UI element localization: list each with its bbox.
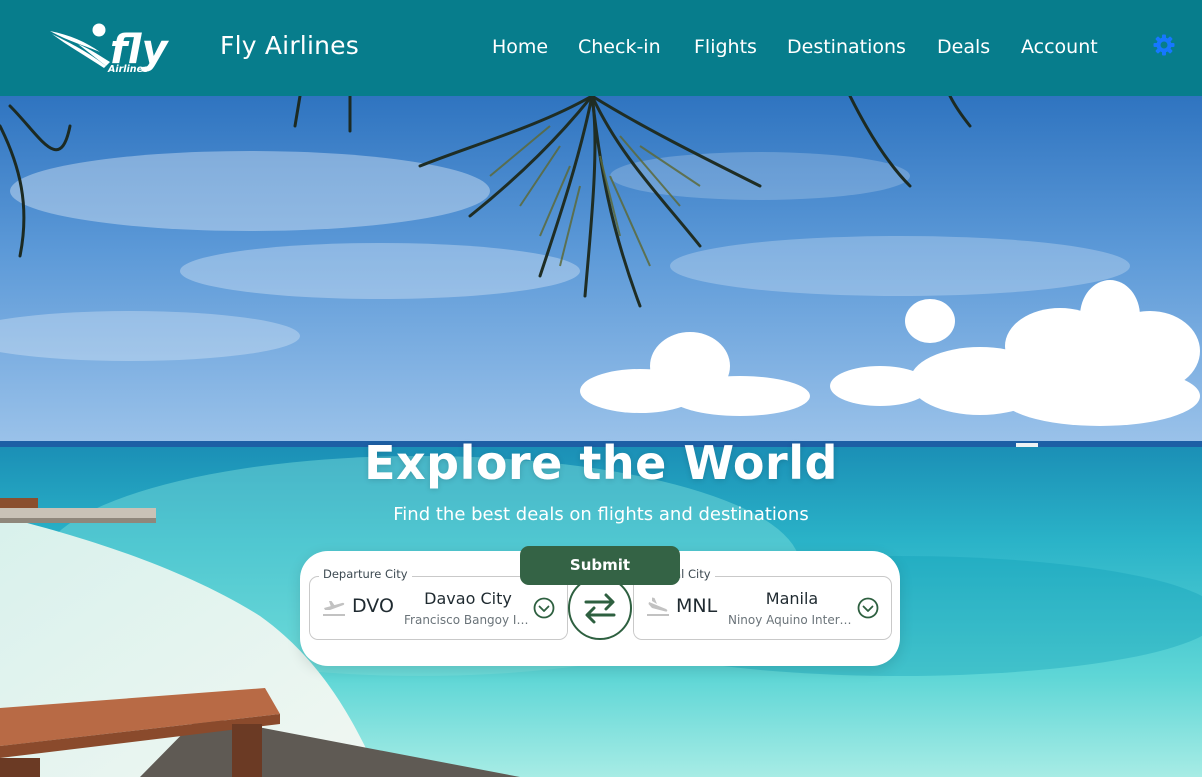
fly-airlines-logo[interactable]: fly Airlines xyxy=(48,22,198,76)
plane-departure-icon xyxy=(322,597,346,617)
hero-section: Explore the World Find the best deals on… xyxy=(0,96,1202,777)
departure-airport-name: Francisco Bangoy International Airport xyxy=(404,613,532,627)
nav-destinations[interactable]: Destinations xyxy=(787,36,906,58)
departure-code: DVO xyxy=(352,595,394,617)
nav-home[interactable]: Home xyxy=(492,36,548,58)
nav-flights[interactable]: Flights xyxy=(694,36,757,58)
nav-check-in[interactable]: Check-in xyxy=(578,36,661,58)
hero-subtitle: Find the best deals on flights and desti… xyxy=(393,504,809,525)
svg-text:Airlines: Airlines xyxy=(107,64,149,75)
arrival-city-select[interactable]: Arrival City MNL Manila Ninoy Aquino Int… xyxy=(633,567,892,640)
nav-deals[interactable]: Deals xyxy=(937,36,990,58)
top-navbar: fly Airlines Fly Airlines Home Check-in … xyxy=(0,0,1202,96)
departure-city-name: Davao City xyxy=(424,589,512,608)
chevron-down-icon[interactable] xyxy=(533,597,555,619)
submit-button[interactable]: Submit xyxy=(520,546,680,585)
gear-icon[interactable] xyxy=(1152,33,1176,57)
brand-name: Fly Airlines xyxy=(220,31,359,60)
hero-title: Explore the World xyxy=(364,436,838,490)
arrival-airport-name: Ninoy Aquino International Airport xyxy=(728,613,856,627)
departure-city-label: Departure City xyxy=(319,567,412,581)
swap-arrows-icon xyxy=(584,593,616,624)
swap-cities-button[interactable] xyxy=(568,576,632,640)
plane-arrival-icon xyxy=(646,597,670,617)
departure-city-select[interactable]: Departure City DVO Davao City Francisco … xyxy=(309,567,568,640)
chevron-down-icon[interactable] xyxy=(857,597,879,619)
nav-account[interactable]: Account xyxy=(1021,36,1098,58)
arrival-code: MNL xyxy=(676,595,718,617)
arrival-city-name: Manila xyxy=(765,589,819,608)
